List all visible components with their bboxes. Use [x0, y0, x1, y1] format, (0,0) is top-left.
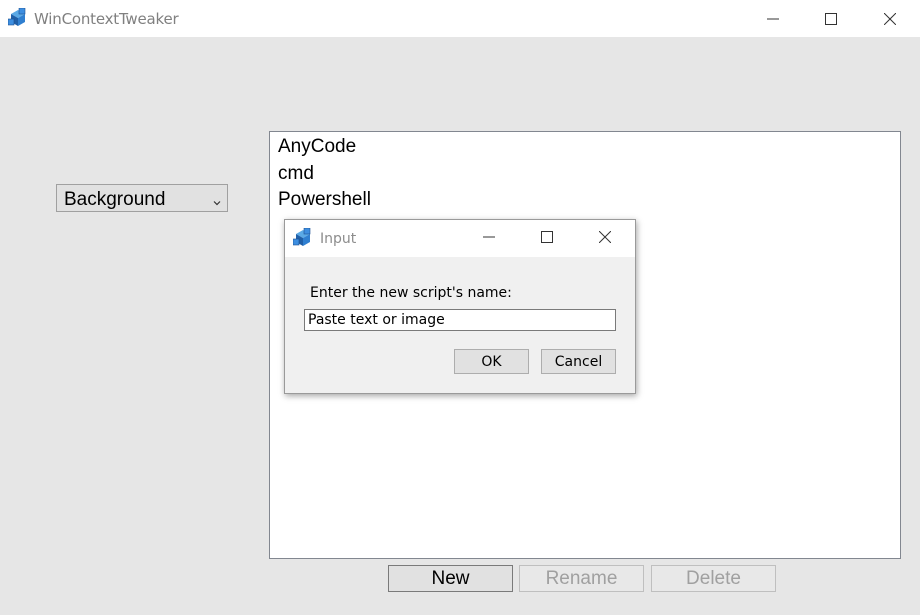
maximize-icon: [825, 12, 837, 25]
delete-button[interactable]: Delete: [651, 565, 776, 592]
app-cube-icon: [292, 227, 313, 248]
chevron-down-icon: [213, 194, 221, 212]
script-name-input[interactable]: [304, 309, 616, 331]
list-item[interactable]: cmd: [278, 163, 314, 185]
dialog-minimize-button[interactable]: [461, 220, 516, 257]
dropdown-selected-value: Background: [64, 189, 166, 210]
maximize-icon: [540, 230, 553, 248]
minimize-icon: [767, 13, 779, 25]
cancel-button[interactable]: Cancel: [541, 349, 616, 374]
dialog-body: Enter the new script's name: OK Cancel: [285, 257, 635, 393]
dialog-title: Input: [320, 231, 357, 247]
window-title: WinContextTweaker: [34, 10, 179, 28]
close-icon: [884, 12, 896, 25]
dialog-prompt: Enter the new script's name:: [310, 285, 512, 301]
list-item[interactable]: AnyCode: [278, 136, 356, 158]
app-cube-icon: [7, 7, 28, 28]
list-item[interactable]: Powershell: [278, 189, 371, 211]
maximize-button[interactable]: [802, 0, 860, 37]
dialog-title-bar: Input: [285, 220, 635, 257]
dialog-maximize-button[interactable]: [519, 220, 574, 257]
dialog-close-button[interactable]: [577, 220, 632, 257]
close-button[interactable]: [861, 0, 919, 37]
input-dialog: Input Enter the new script's name: OK Ca…: [284, 219, 636, 394]
category-dropdown[interactable]: Background: [56, 184, 228, 212]
rename-button[interactable]: Rename: [519, 565, 644, 592]
close-icon: [598, 230, 611, 248]
minimize-button[interactable]: [744, 0, 802, 37]
ok-button[interactable]: OK: [454, 349, 529, 374]
title-bar: WinContextTweaker: [0, 0, 920, 37]
new-button[interactable]: New: [388, 565, 513, 592]
minimize-icon: [482, 230, 495, 248]
